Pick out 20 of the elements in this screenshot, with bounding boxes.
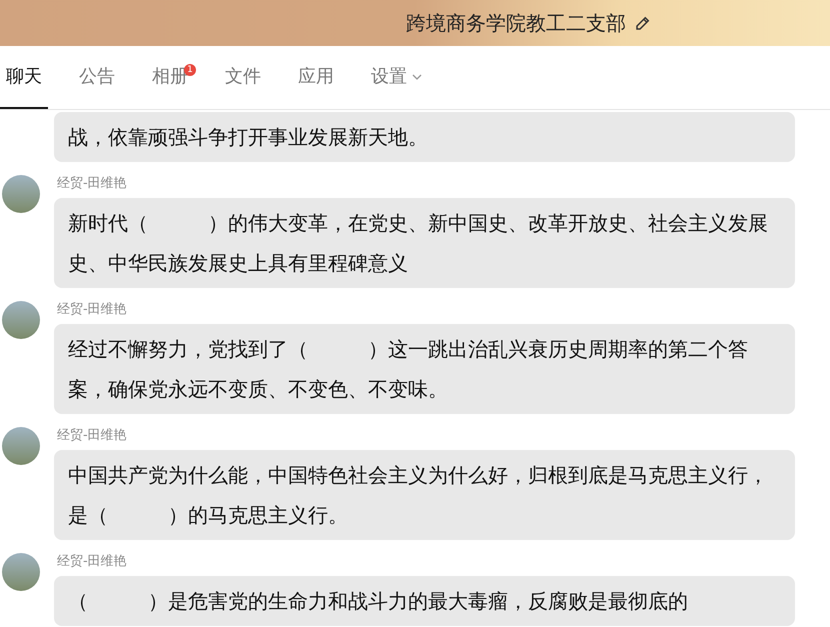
- tab[interactable]: 文件: [219, 46, 267, 109]
- avatar[interactable]: [2, 301, 40, 339]
- sender-name: 经贸-田维艳: [57, 427, 128, 445]
- sender-name: 经贸-田维艳: [57, 301, 128, 319]
- message-bubble: 战，依靠顽强斗争打开事业发展新天地。: [54, 112, 795, 162]
- avatar[interactable]: [2, 175, 40, 213]
- message-bubble: 中国共产党为什么能，中国特色社会主义为什么好，归根到底是马克思主义行，是（ ）的马克思主义行。: [54, 450, 795, 540]
- avatar[interactable]: [2, 427, 40, 465]
- message-bubble: 经过不懈努力，党找到了（ ）这一跳出治乱兴衰历史周期率的第二个答案，确保党永远不变质、不变色、不变味。: [54, 324, 795, 414]
- edit-icon[interactable]: [634, 14, 652, 32]
- tab[interactable]: 聊天: [0, 46, 48, 109]
- tab[interactable]: 公告: [73, 46, 121, 109]
- tab[interactable]: 应用: [292, 46, 340, 109]
- sender-name: 经贸-田维艳: [57, 175, 128, 193]
- avatar[interactable]: [2, 553, 40, 591]
- group-title: 跨境商务学院教工二支部: [406, 10, 626, 37]
- tab[interactable]: 设置: [365, 46, 429, 109]
- sender-name: 经贸-田维艳: [57, 553, 128, 571]
- message-bubble: 新时代（ ）的伟大变革，在党史、新中国史、改革开放史、社会主义发展史、中华民族发展史上具有里程碑意义: [54, 198, 795, 288]
- message-bubble: （ ）是危害党的生命力和战斗力的最大毒瘤，反腐败是最彻底的: [54, 576, 795, 626]
